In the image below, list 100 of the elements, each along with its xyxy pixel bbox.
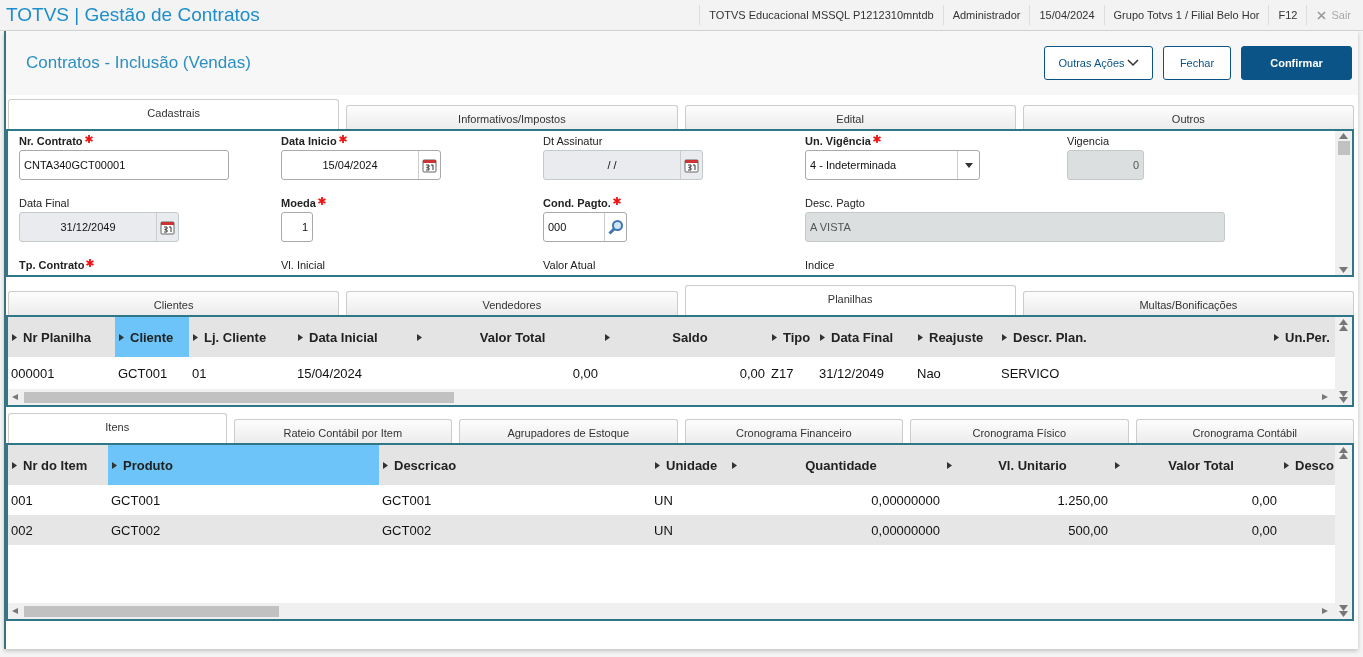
table-cell-text: Z17 xyxy=(770,364,795,383)
app-title: TOTVS | Gestão de Contratos xyxy=(5,4,261,26)
scroll-left-icon[interactable] xyxy=(12,608,21,614)
column-header[interactable]: Unidade xyxy=(651,445,728,485)
column-header[interactable]: Data Inicial xyxy=(294,317,413,357)
input-field[interactable]: 1 xyxy=(281,212,313,242)
table-cell-text: 01 xyxy=(191,364,208,383)
table-cell-text: 0,00 xyxy=(738,364,766,383)
action-button[interactable]: Fechar xyxy=(1163,46,1231,80)
field-label: Desc. Pagto xyxy=(805,197,866,211)
scroll-up-icon[interactable] xyxy=(1339,133,1348,139)
tab[interactable]: Cadastrais xyxy=(8,99,340,129)
tab[interactable]: Edital xyxy=(684,105,1016,129)
column-header[interactable]: Nr Planilha xyxy=(8,317,115,357)
column-header[interactable]: Lj. Cliente xyxy=(189,317,294,357)
input-field[interactable]: 15/04/2024 xyxy=(281,150,441,180)
vertical-scrollbar[interactable] xyxy=(1335,131,1352,275)
sort-icon xyxy=(820,333,825,341)
input-field[interactable]: 000 xyxy=(543,212,627,242)
scroll-down-icon[interactable] xyxy=(1339,267,1348,273)
column-header[interactable]: Produto xyxy=(108,445,379,485)
tab[interactable]: Rateio Contábil por Item xyxy=(233,419,452,443)
vertical-scrollbar[interactable] xyxy=(1335,317,1352,405)
table-cell-text: 0,00 xyxy=(1250,521,1278,540)
sort-icon xyxy=(918,333,923,341)
column-header[interactable]: Data Final xyxy=(816,317,914,357)
column-header[interactable]: Cliente xyxy=(115,317,189,357)
table-cell-text: 002 xyxy=(10,521,34,540)
sort-icon xyxy=(112,461,117,469)
column-header[interactable]: Tipo xyxy=(768,317,816,357)
column-header[interactable]: Valor Total xyxy=(1111,445,1280,485)
scrollbar-thumb[interactable] xyxy=(24,605,279,617)
table-cell-text: 001 xyxy=(10,491,34,510)
sort-icon xyxy=(1115,461,1120,469)
search-icon[interactable] xyxy=(607,219,624,235)
column-header[interactable]: Reajuste xyxy=(914,317,998,357)
sort-icon xyxy=(193,333,198,341)
sort-icon xyxy=(947,461,952,469)
sort-icon xyxy=(12,333,17,341)
field-label: Data Final xyxy=(19,197,71,211)
vertical-scrollbar[interactable] xyxy=(1335,445,1352,619)
column-header[interactable]: Un.Per. xyxy=(1270,317,1335,357)
field-label: Indice xyxy=(805,259,836,273)
sort-icon xyxy=(298,333,303,341)
sort-icon xyxy=(1274,333,1279,341)
tab[interactable]: Cronograma Contábil xyxy=(1135,419,1354,443)
column-header[interactable]: Nr do Item xyxy=(8,445,108,485)
tab[interactable]: Planilhas xyxy=(684,285,1016,315)
column-header[interactable]: Descr. Plan. xyxy=(998,317,1270,357)
column-header[interactable]: Valor Total xyxy=(413,317,601,357)
tab[interactable]: Itens xyxy=(8,413,227,443)
input-field[interactable]: CNTA340GCT00001 xyxy=(19,150,229,180)
field-label: Un. Vigência xyxy=(805,135,1067,149)
horizontal-scrollbar[interactable] xyxy=(8,603,1335,619)
tab[interactable]: Clientes xyxy=(8,291,340,315)
sort-icon xyxy=(1284,461,1289,469)
scroll-left-icon[interactable] xyxy=(12,394,21,400)
session-info: 15/04/2024 xyxy=(1029,5,1104,25)
table-cell-text: 31/12/2049 xyxy=(818,364,886,383)
table-cell-text: 1.250,00 xyxy=(1056,491,1109,510)
column-header[interactable]: Quantidade xyxy=(728,445,943,485)
tab[interactable]: Informativos/Impostos xyxy=(346,105,678,129)
calendar-icon[interactable] xyxy=(422,157,437,173)
tab[interactable]: Cronograma Físico xyxy=(910,419,1129,443)
table-cell-text: GCT002 xyxy=(381,521,433,540)
tab[interactable]: Multas/Bonificações xyxy=(1022,291,1354,315)
field-label: Tp. Contrato xyxy=(19,259,281,273)
tab[interactable]: Vendedores xyxy=(346,291,678,315)
field-label: Vl. Inicial xyxy=(281,259,327,273)
session-info: Grupo Totvs 1 / Filial Belo Hor xyxy=(1103,5,1269,25)
table-cell-text: 15/04/2024 xyxy=(296,364,364,383)
field-label: Nr. Contrato xyxy=(19,135,281,149)
column-header[interactable]: Saldo xyxy=(601,317,768,357)
table-cell-text: UN xyxy=(653,491,674,510)
field-label: Vigencia xyxy=(1067,135,1110,149)
field-label: Valor Atual xyxy=(543,259,597,273)
column-header[interactable]: Desco xyxy=(1280,445,1335,485)
table-cell-text: 0,00 xyxy=(571,364,599,383)
scrollbar-thumb[interactable] xyxy=(1337,141,1350,155)
session-info: Administrador xyxy=(942,5,1030,25)
table-cell-text: GCT001 xyxy=(381,491,433,510)
action-button[interactable]: Confirmar xyxy=(1241,46,1352,80)
horizontal-scrollbar[interactable] xyxy=(8,389,1335,405)
tab[interactable]: Cronograma Financeiro xyxy=(684,419,903,443)
action-button[interactable]: Outras Ações xyxy=(1044,46,1153,80)
table-cell-text: 0,00 xyxy=(1250,491,1278,510)
tab[interactable]: Outros xyxy=(1022,105,1354,129)
session-info: F12 xyxy=(1268,5,1307,25)
dropdown[interactable]: 4 - Indeterminada xyxy=(805,150,980,180)
table-cell-text: GCT001 xyxy=(117,364,169,383)
column-header[interactable]: Descricao xyxy=(379,445,651,485)
chevron-icon xyxy=(1126,59,1139,67)
table-cell-text: SERVICO xyxy=(1000,364,1061,383)
column-header[interactable]: Vl. Unitario xyxy=(943,445,1111,485)
field-label: Dt Assinatur xyxy=(543,135,604,149)
caret-icon[interactable] xyxy=(964,162,973,168)
tab[interactable]: Agrupadores de Estoque xyxy=(459,419,678,443)
table-cell-text: 0,00000000 xyxy=(870,491,941,510)
table-cell-text: 000001 xyxy=(10,364,56,383)
scrollbar-thumb[interactable] xyxy=(24,391,454,403)
